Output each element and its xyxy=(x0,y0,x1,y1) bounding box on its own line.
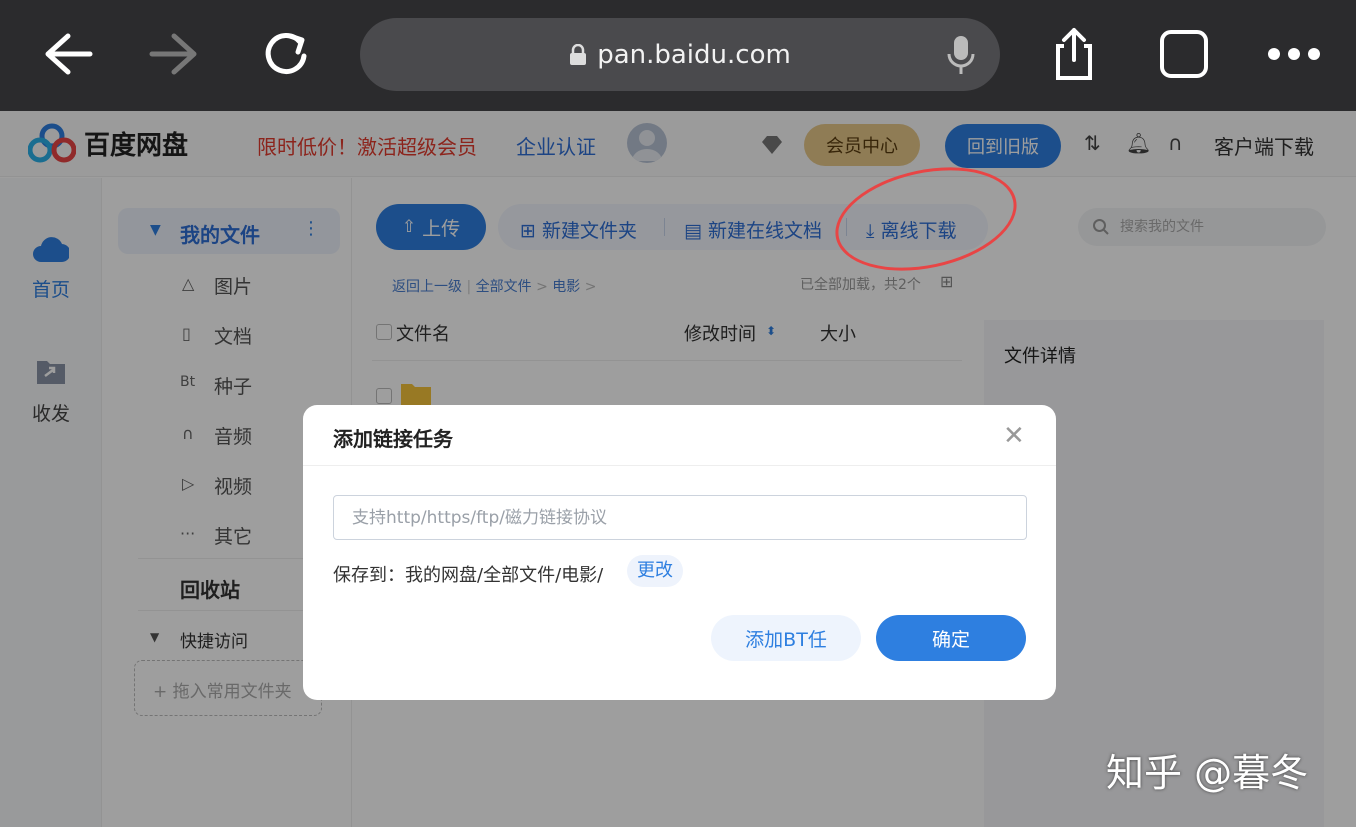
share-icon[interactable] xyxy=(1042,22,1106,86)
change-path-button[interactable]: 更改 xyxy=(627,555,683,587)
reload-icon[interactable] xyxy=(254,22,318,86)
add-bt-task-button[interactable]: 添加BT任 xyxy=(711,615,861,661)
microphone-icon[interactable] xyxy=(946,34,976,76)
add-link-task-dialog: 添加链接任务 ✕ 保存到：我的网盘/全部文件/电影/ 更改 添加BT任 确定 xyxy=(303,405,1056,700)
url-text: pan.baidu.com xyxy=(597,39,791,70)
close-icon[interactable]: ✕ xyxy=(1003,421,1025,451)
address-bar[interactable]: pan.baidu.com xyxy=(360,18,1000,91)
confirm-button[interactable]: 确定 xyxy=(876,615,1026,661)
back-icon[interactable] xyxy=(34,22,98,86)
link-url-input[interactable] xyxy=(333,495,1027,540)
tabs-icon[interactable] xyxy=(1152,22,1216,86)
lock-icon xyxy=(570,43,587,65)
more-icon[interactable] xyxy=(1262,22,1326,86)
divider xyxy=(303,465,1056,466)
forward-icon[interactable] xyxy=(144,22,208,86)
watermark: 知乎 @暮冬 xyxy=(1106,751,1309,795)
browser-toolbar: pan.baidu.com xyxy=(0,0,1356,111)
save-to-path: 保存到：我的网盘/全部文件/电影/ xyxy=(333,565,604,586)
dialog-title: 添加链接任务 xyxy=(333,427,453,451)
